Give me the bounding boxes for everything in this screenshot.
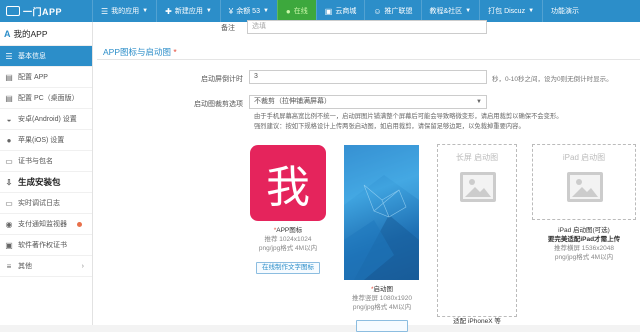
union-icon: ☺ bbox=[373, 6, 382, 16]
chevron-down-icon: ▼ bbox=[476, 99, 482, 105]
config-icon: ▤ bbox=[5, 72, 13, 82]
ipad-splash-caption: iPad 启动图(可选) 要完美适配iPad才需上传 推荐横屏 1536x204… bbox=[547, 227, 621, 261]
certificate-icon: ▭ bbox=[5, 156, 13, 166]
coin-icon: ¥ bbox=[228, 6, 234, 16]
nav-tutorial[interactable]: 教程&社区 ▼ bbox=[420, 0, 480, 22]
sidebar-item-config-pc[interactable]: ▤ 配置 PC（桌面版） bbox=[0, 88, 92, 109]
crop-description: 由于手机屏幕高宽比例不统一，启动屏图片铺满整个屏幕后可能会导致略微变形，请启用裁… bbox=[254, 113, 563, 130]
app-logo-icon bbox=[6, 6, 20, 16]
sidebar-item-debug-log[interactable]: ▭ 实时调试日志 bbox=[0, 193, 92, 214]
sidebar-item-certificate[interactable]: ▭ 证书与包名 bbox=[0, 151, 92, 172]
sidebar-item-config-app[interactable]: ▤ 配置 APP bbox=[0, 67, 92, 88]
plus-icon: ✚ bbox=[165, 6, 172, 16]
app-mark-icon: A bbox=[4, 28, 11, 39]
nav-my-apps[interactable]: ☰ 我的应用 ▼ bbox=[92, 0, 156, 22]
sidebar-title: A 我的APP bbox=[0, 22, 92, 46]
shop-icon: ▣ bbox=[324, 6, 333, 16]
list-icon: ☰ bbox=[5, 51, 13, 61]
nav-new-app[interactable]: ✚ 新建应用 ▼ bbox=[156, 0, 220, 22]
android-icon: ◒ bbox=[6, 114, 12, 124]
countdown-help: 秒，0-10秒之间，设为0则无倒计时显示。 bbox=[492, 76, 613, 83]
splash-preview[interactable] bbox=[344, 145, 419, 280]
remark-row: 备注 选填 bbox=[93, 20, 640, 36]
remark-label: 备注 bbox=[221, 25, 235, 32]
sidebar: A 我的APP ☰ 基本信息 ▤ 配置 APP ▤ 配置 PC（桌面版） ◒ 安卓(An… bbox=[0, 22, 93, 325]
top-navbar: 一门APP ☰ 我的应用 ▼ ✚ 新建应用 ▼ ¥ 余额 53 ▼ ● 在线 ▣ 云商城 ☺ 推广… bbox=[0, 0, 640, 22]
nav-pack-discuz[interactable]: 打包 Discuz ▼ bbox=[479, 0, 542, 22]
config-icon: ▤ bbox=[5, 93, 13, 103]
nav-balance[interactable]: ¥ 余额 53 ▼ bbox=[219, 0, 277, 22]
main-content: 备注 选填 APP图标与启动图 * 启动屏倒计时 3 秒，0-10秒之间，设为0… bbox=[93, 20, 640, 332]
nav-demo[interactable]: 功能演示 bbox=[542, 0, 587, 22]
sidebar-item-build[interactable]: ⇩ 生成安装包 bbox=[0, 172, 92, 193]
countdown-label: 启动屏倒计时 bbox=[201, 76, 243, 83]
nav-online-status[interactable]: ● 在线 bbox=[276, 0, 316, 22]
app-icon-caption: *APP图标 推荐 1024x1024 png/jpg格式 4M以内 bbox=[258, 227, 318, 252]
more-icon: ≡ bbox=[6, 261, 12, 271]
copyright-icon: ▣ bbox=[5, 240, 13, 250]
sidebar-item-copyright[interactable]: ▣ 软件著作权证书 bbox=[0, 235, 92, 256]
image-placeholder-icon bbox=[567, 172, 603, 202]
ipad-splash-upload[interactable]: iPad 启动图 bbox=[532, 144, 636, 220]
section-title: APP图标与启动图 * bbox=[103, 47, 177, 57]
chevron-down-icon: ▼ bbox=[142, 8, 149, 14]
chevron-right-icon: › bbox=[81, 262, 84, 270]
required-mark: * bbox=[173, 47, 177, 57]
log-icon: ▭ bbox=[5, 198, 13, 208]
crop-select[interactable]: 不裁剪（拉伸铺满屏幕） ▼ bbox=[249, 95, 487, 109]
brand-logo[interactable]: 一门APP bbox=[0, 0, 92, 22]
long-splash-placeholder: 长屏 启动图 bbox=[455, 153, 499, 162]
nav-affiliate[interactable]: ☺ 推广联盟 bbox=[364, 0, 420, 22]
crop-label: 启动图裁剪选项 bbox=[194, 101, 243, 108]
splash-caption: *启动图 推荐竖屏 1080x1920 png/jpg格式 4M以内 bbox=[352, 286, 412, 311]
brand-name: 一门APP bbox=[23, 6, 63, 17]
make-text-icon-button[interactable]: 在线制作文字图标 bbox=[256, 262, 320, 274]
sidebar-item-ios[interactable]: ● 苹果(iOS) 设置 bbox=[0, 130, 92, 151]
ipad-splash-placeholder: iPad 启动图 bbox=[562, 153, 606, 162]
sidebar-item-basic-info[interactable]: ☰ 基本信息 bbox=[0, 46, 92, 67]
list-icon: ☰ bbox=[101, 6, 109, 16]
notification-dot-icon bbox=[77, 222, 82, 227]
sidebar-item-other[interactable]: ≡ 其他 › bbox=[0, 256, 92, 277]
online-dot-icon: ● bbox=[285, 6, 291, 16]
sidebar-item-pay-monitor[interactable]: ◉ 支付通知监视器 bbox=[0, 214, 92, 235]
splash-pattern bbox=[344, 145, 419, 280]
nav-cloud-shop[interactable]: ▣ 云商城 bbox=[315, 0, 365, 22]
splash-upload-button[interactable] bbox=[356, 320, 408, 332]
chevron-down-icon: ▼ bbox=[465, 8, 472, 14]
monitor-icon: ◉ bbox=[5, 219, 13, 229]
chevron-down-icon: ▼ bbox=[262, 8, 269, 14]
apple-icon: ● bbox=[6, 135, 12, 145]
chevron-down-icon: ▼ bbox=[528, 8, 535, 14]
countdown-input[interactable]: 3 bbox=[249, 70, 487, 84]
build-icon: ⇩ bbox=[5, 177, 13, 187]
chevron-down-icon: ▼ bbox=[205, 8, 212, 14]
remark-input[interactable]: 选填 bbox=[247, 20, 487, 34]
image-placeholder-icon bbox=[460, 172, 496, 202]
section-header: APP图标与启动图 * bbox=[97, 40, 640, 60]
sidebar-item-android[interactable]: ◒ 安卓(Android) 设置 bbox=[0, 109, 92, 130]
app-icon-preview[interactable]: 我 bbox=[250, 145, 326, 221]
long-splash-upload[interactable]: 长屏 启动图 bbox=[437, 144, 517, 317]
